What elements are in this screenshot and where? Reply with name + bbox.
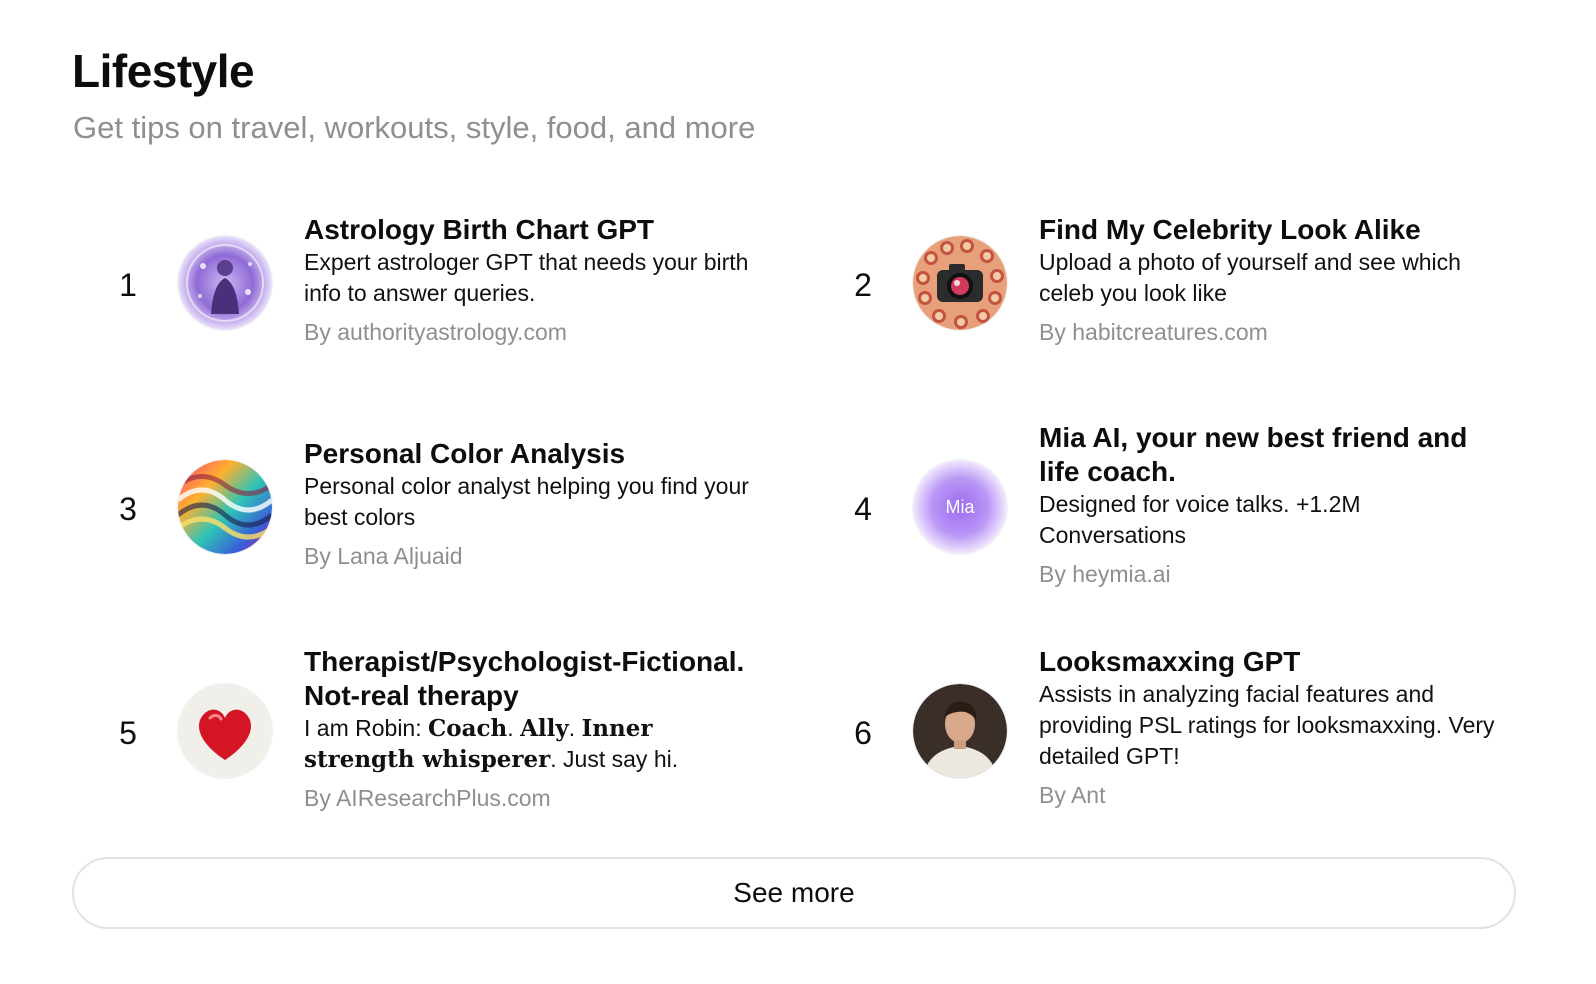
- card-description: Designed for voice talks. +1.2M Conversa…: [1039, 491, 1361, 548]
- desc-text: . Just say hi.: [550, 746, 679, 772]
- desc-text: I am Robin:: [304, 715, 428, 741]
- heart-avatar-icon: [178, 684, 272, 778]
- card-description: Assists in analyzing facial features and…: [1039, 681, 1495, 769]
- card-title: Personal Color Analysis: [304, 438, 626, 469]
- gpt-card-therapist[interactable]: 5 Therapist/Psychologist-Fictional. Not-…: [108, 645, 843, 825]
- card-text: Therapist/Psychologist-Fictional. Not-re…: [304, 645, 764, 814]
- section-title: Lifestyle: [72, 45, 255, 97]
- desc-text: .: [568, 715, 582, 741]
- gpt-card-mia-ai[interactable]: 4 Mia Mia AI, your new best friend and l…: [843, 421, 1578, 601]
- card-title: Astrology Birth Chart GPT: [304, 214, 655, 245]
- rank-number: 5: [119, 715, 137, 751]
- camera-collage-avatar-icon: [913, 236, 1007, 330]
- gpt-card-personal-color[interactable]: 3 Personal Color Analysis Personal color…: [108, 437, 843, 587]
- card-author: By AIResearchPlus.com: [304, 785, 551, 811]
- rank-number: 2: [854, 267, 872, 303]
- section-subtitle: Get tips on travel, workouts, style, foo…: [73, 110, 756, 145]
- color-swirl-avatar-icon: [178, 460, 272, 554]
- card-title: Looksmaxxing GPT: [1039, 646, 1301, 677]
- card-author: By heymia.ai: [1039, 561, 1171, 587]
- see-more-button[interactable]: See more: [72, 857, 1516, 929]
- card-description: I am Robin: Coach. Ally. Inner strength …: [304, 713, 764, 775]
- mia-avatar-icon: Mia: [913, 460, 1007, 554]
- card-text: Mia AI, your new best friend and life co…: [1039, 421, 1499, 590]
- card-author: By Lana Aljuaid: [304, 543, 463, 569]
- card-title: Find My Celebrity Look Alike: [1039, 214, 1421, 245]
- card-description: Expert astrologer GPT that needs your bi…: [304, 249, 749, 306]
- mia-avatar-label: Mia: [945, 496, 975, 517]
- card-author: By Ant: [1039, 782, 1106, 808]
- gpt-card-looksmaxxing[interactable]: 6 Looksmaxxing GPT Assists in analyzing …: [843, 645, 1578, 825]
- portrait-avatar-icon: [913, 684, 1007, 778]
- card-text: Personal Color Analysis Personal color a…: [304, 437, 764, 572]
- card-description: Personal color analyst helping you find …: [304, 473, 749, 530]
- card-text: Looksmaxxing GPT Assists in analyzing fa…: [1039, 645, 1499, 811]
- card-description: Upload a photo of yourself and see which…: [1039, 249, 1461, 306]
- rank-number: 4: [854, 491, 872, 527]
- card-text: Astrology Birth Chart GPT Expert astrolo…: [304, 213, 764, 348]
- card-author: By habitcreatures.com: [1039, 319, 1268, 345]
- rank-number: 1: [119, 267, 137, 303]
- gpt-card-celebrity-lookalike[interactable]: 2 Find My Celebrity Look Alike Upload a …: [843, 213, 1578, 363]
- desc-emphasis: Ally: [520, 715, 569, 742]
- rank-number: 3: [119, 491, 137, 527]
- card-title: Mia AI, your new best friend and life co…: [1039, 422, 1468, 487]
- rank-number: 6: [854, 715, 872, 751]
- astrology-avatar-icon: [178, 236, 272, 330]
- card-title: Therapist/Psychologist-Fictional. Not-re…: [304, 646, 745, 711]
- desc-text: .: [507, 715, 521, 741]
- card-text: Find My Celebrity Look Alike Upload a ph…: [1039, 213, 1499, 348]
- card-author: By authorityastrology.com: [304, 319, 567, 345]
- desc-emphasis: Coach: [428, 715, 508, 742]
- gpt-card-astrology[interactable]: 1 Astrology Birth Chart GPT Expert astro…: [108, 213, 843, 363]
